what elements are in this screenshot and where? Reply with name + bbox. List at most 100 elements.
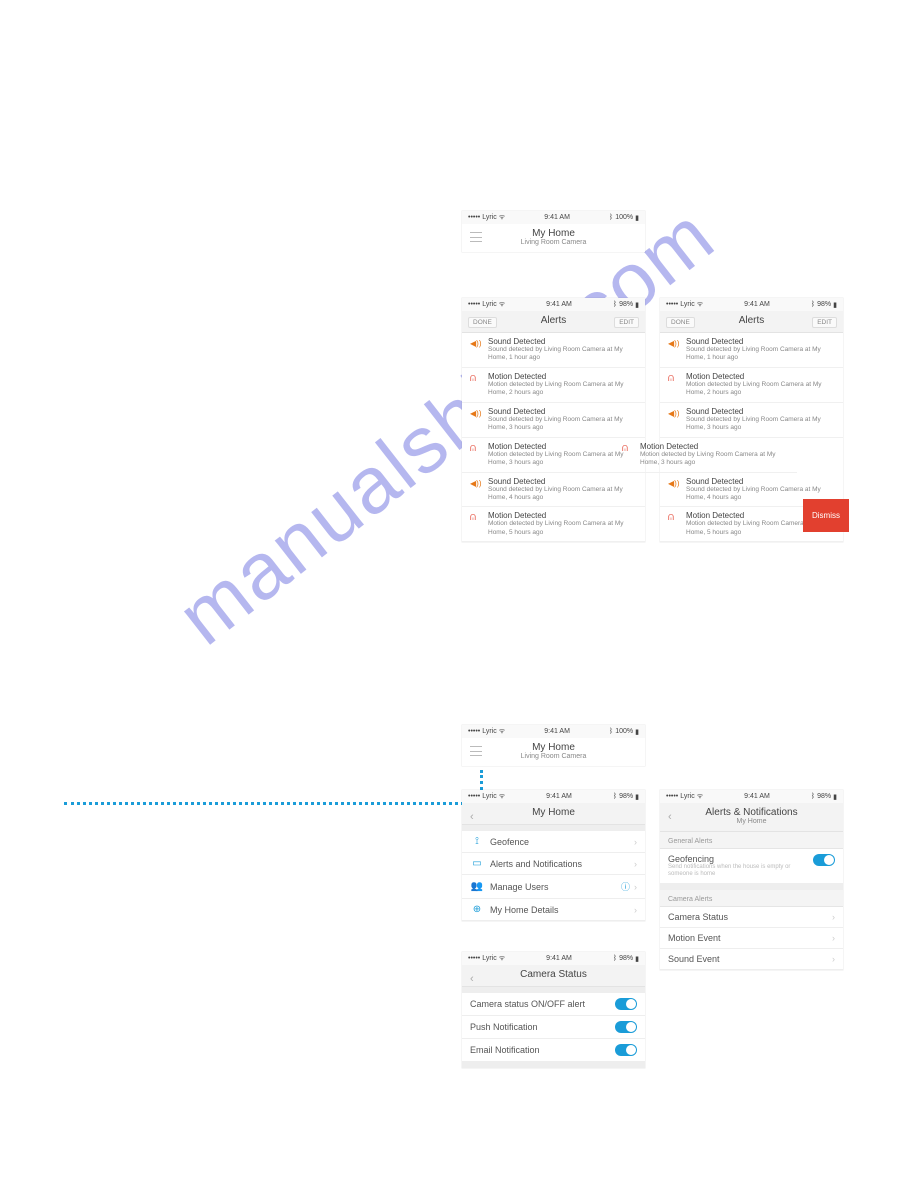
alert-desc: Motion detected by Living Room Camera at… <box>488 520 637 537</box>
battery-icon: ▮ <box>635 214 639 222</box>
alert-item[interactable]: ◀)) Sound Detected Sound detected by Liv… <box>462 403 645 438</box>
alert-title: Motion Detected <box>686 372 835 381</box>
camera-alerts-list: Camera Status › Motion Event › Sound Eve… <box>660 907 843 970</box>
watermark-text: manualshive.com <box>161 189 732 663</box>
status-bar: ••••• Lyric ᯤ 9:41 AM ᛒ98% ▮ <box>660 298 843 311</box>
alert-item[interactable]: ᕬ Motion Detected Motion detected by Liv… <box>462 507 645 542</box>
screen-camera-status: ••••• Lyric ᯤ 9:41 AM ᛒ98% ▮ ‹ Camera St… <box>462 952 645 1068</box>
done-button[interactable]: DONE <box>666 317 695 328</box>
connector-h <box>64 802 482 805</box>
alert-item[interactable]: ◀)) Sound Detected Sound detected by Liv… <box>462 333 645 368</box>
section-general: General Alerts <box>660 832 843 849</box>
menu-icon[interactable] <box>470 232 482 242</box>
alert-title: Sound Detected <box>488 477 637 486</box>
screen-home-mid: ••••• Lyric ᯤ 9:41 AM ᛒ100% ▮ My Home Li… <box>462 725 645 766</box>
chevron-right-icon: › <box>634 837 637 847</box>
alert-item[interactable]: ◀)) Sound Detected Sound detected by Liv… <box>462 473 645 508</box>
alert-item[interactable]: ◀)) Sound Detected Sound detected by Liv… <box>660 333 843 368</box>
settings-row[interactable]: ▭ Alerts and Notifications › <box>462 853 645 875</box>
alert-item[interactable]: ᕬ Motion Detected Motion detected by Liv… <box>660 368 843 403</box>
settings-list: ⟟ Geofence › ▭ Alerts and Notifications … <box>462 831 645 921</box>
alert-desc: Sound detected by Living Room Camera at … <box>488 486 637 503</box>
toggle[interactable] <box>615 1044 637 1056</box>
an-row[interactable]: Camera Status › <box>660 907 843 928</box>
back-icon[interactable]: ‹ <box>470 973 474 985</box>
batt: 98% <box>817 793 831 800</box>
row-label: Geofence <box>490 837 634 847</box>
toggle-geofencing[interactable] <box>813 854 835 866</box>
screen-alerts-left: ••••• Lyric ᯤ 9:41 AM ᛒ98% ▮ DONE Alerts… <box>462 298 645 542</box>
status-bar: ••••• Lyric ᯤ 9:41 AM ᛒ100% ▮ <box>462 725 645 738</box>
sound-icon: ◀)) <box>470 407 482 433</box>
alert-desc: Sound detected by Living Room Camera at … <box>686 346 835 363</box>
chevron-right-icon: › <box>634 859 637 869</box>
geo-label: Geofencing <box>668 854 813 864</box>
camera-status-list: Camera status ON/OFF alert Push Notifica… <box>462 993 645 1062</box>
an-row[interactable]: Sound Event › <box>660 949 843 970</box>
settings-row[interactable]: 👥 Manage Users ⓘ› <box>462 875 645 899</box>
row-geofencing[interactable]: Geofencing Send notifications when the h… <box>660 849 843 884</box>
status-bar: ••••• Lyric ᯤ 9:41 AM ᛒ98% ▮ <box>660 790 843 803</box>
edit-button[interactable]: EDIT <box>614 317 639 328</box>
an-title: Alerts & Notifications <box>660 807 843 818</box>
alert-desc: Sound detected by Living Room Camera at … <box>488 346 637 363</box>
batt: 98% <box>619 955 633 962</box>
battery-icon: ▮ <box>635 793 639 801</box>
wifi-icon: ᯤ <box>499 792 505 801</box>
alert-title: Sound Detected <box>488 407 637 416</box>
dismiss-button[interactable]: Dismiss <box>803 499 849 532</box>
sound-icon: ◀)) <box>668 407 680 433</box>
camstatus-row[interactable]: Push Notification <box>462 1016 645 1039</box>
bt-icon: ᛒ <box>811 301 815 308</box>
sound-icon: ◀)) <box>668 337 680 363</box>
sound-icon: ◀)) <box>668 477 680 503</box>
settings-row[interactable]: ⟟ Geofence › <box>462 831 645 853</box>
status-bar: ••••• Lyric ᯤ 9:41 AM ᛒ100% ▮ <box>462 211 645 224</box>
camstatus-row[interactable]: Camera status ON/OFF alert <box>462 993 645 1016</box>
row-label: My Home Details <box>490 905 634 915</box>
camstatus-row[interactable]: Email Notification <box>462 1039 645 1062</box>
carrier: ••••• Lyric <box>468 955 497 962</box>
nav-sub: Living Room Camera <box>462 239 645 246</box>
edit-button[interactable]: EDIT <box>812 317 837 328</box>
carrier: ••••• Lyric <box>468 793 497 800</box>
alert-desc: Sound detected by Living Room Camera at … <box>488 416 637 433</box>
nav-title: My Home <box>462 228 645 239</box>
back-icon[interactable]: ‹ <box>470 811 474 823</box>
carrier: ••••• Lyric <box>666 793 695 800</box>
wifi-icon: ᯤ <box>499 954 505 963</box>
status-time: 9:41 AM <box>744 793 770 800</box>
toggle[interactable] <box>615 998 637 1010</box>
menu-icon[interactable] <box>470 746 482 756</box>
toggle[interactable] <box>615 1021 637 1033</box>
carrier: ••••• Lyric <box>468 728 497 735</box>
alert-desc: Motion detected by Living Room Camera at… <box>640 451 789 468</box>
battery-icon: ▮ <box>833 793 837 801</box>
settings-row[interactable]: ⊕ My Home Details › <box>462 899 645 921</box>
info-icon[interactable]: ⓘ <box>621 880 630 893</box>
row-icon: ⊕ <box>470 904 484 915</box>
alert-item[interactable]: ᕬ Motion Detected Motion detected by Liv… <box>462 368 645 403</box>
row-label: Email Notification <box>470 1045 615 1055</box>
alert-item[interactable]: ᕬ Motion Detected Motion detected by Liv… <box>614 438 797 473</box>
alert-item[interactable]: ◀)) Sound Detected Sound detected by Liv… <box>660 403 843 438</box>
an-sub: My Home <box>660 818 843 825</box>
nav-sub: Living Room Camera <box>462 753 645 760</box>
motion-icon: ᕬ <box>668 511 680 537</box>
battery-icon: ▮ <box>635 728 639 736</box>
nav-title: My Home <box>462 742 645 753</box>
an-row[interactable]: Motion Event › <box>660 928 843 949</box>
carrier: ••••• Lyric <box>468 214 497 221</box>
row-label: Manage Users <box>490 882 621 892</box>
section-camera: Camera Alerts <box>660 890 843 907</box>
back-icon[interactable]: ‹ <box>668 811 672 823</box>
alert-title: Motion Detected <box>640 442 789 451</box>
alert-title: Sound Detected <box>686 477 835 486</box>
row-label: Camera Status <box>668 912 832 922</box>
batt: 100% <box>615 214 633 221</box>
done-button[interactable]: DONE <box>468 317 497 328</box>
row-label: Alerts and Notifications <box>490 859 634 869</box>
status-bar: ••••• Lyric ᯤ 9:41 AM ᛒ98% ▮ <box>462 790 645 803</box>
batt: 98% <box>619 793 633 800</box>
camera-status-title: Camera Status <box>462 969 645 980</box>
